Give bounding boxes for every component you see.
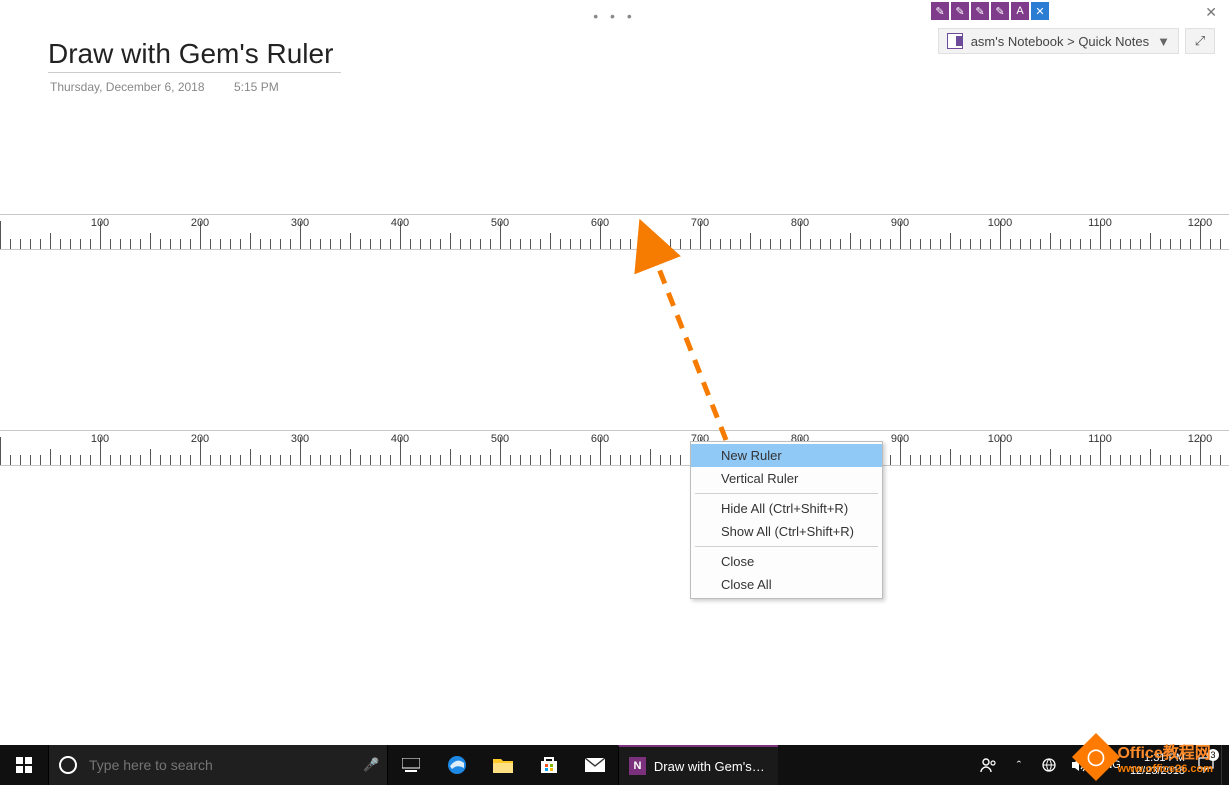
tray-overflow-button[interactable]: ˆ bbox=[1004, 745, 1034, 785]
menu-separator bbox=[695, 493, 878, 494]
page-time: 5:15 PM bbox=[234, 80, 279, 94]
menu-item[interactable]: Close bbox=[691, 550, 882, 573]
menu-item[interactable]: New Ruler bbox=[691, 444, 882, 467]
folder-icon bbox=[493, 757, 513, 773]
edge-button[interactable] bbox=[434, 745, 480, 785]
onenote-icon: N bbox=[629, 757, 646, 775]
store-button[interactable] bbox=[526, 745, 572, 785]
clock-time: 1:31 PM bbox=[1130, 752, 1185, 765]
pen-icon[interactable]: ✎ bbox=[931, 2, 949, 20]
ime-icon[interactable]: ENG bbox=[1094, 745, 1124, 785]
menu-item[interactable]: Vertical Ruler bbox=[691, 467, 882, 490]
ruler-label: 400 bbox=[391, 217, 409, 229]
ruler-label: 100 bbox=[91, 433, 109, 445]
autoink-icon[interactable]: A bbox=[1011, 2, 1029, 20]
action-center-button[interactable]: 3 bbox=[1191, 745, 1221, 785]
onenote-taskbar-item[interactable]: N Draw with Gem's R... bbox=[618, 745, 778, 785]
pen-icon[interactable]: ✎ bbox=[971, 2, 989, 20]
notebook-label: asm's Notebook > Quick Notes bbox=[971, 34, 1149, 49]
ruler-label: 1100 bbox=[1088, 433, 1112, 445]
ruler-label: 1100 bbox=[1088, 217, 1112, 229]
show-desktop-button[interactable] bbox=[1221, 745, 1229, 785]
menu-item[interactable]: Hide All (Ctrl+Shift+R) bbox=[691, 497, 882, 520]
taskbar-clock[interactable]: 1:31 PM 12/23/2018 bbox=[1124, 752, 1191, 778]
notebook-dropdown[interactable]: asm's Notebook > Quick Notes ▼ bbox=[938, 28, 1179, 54]
drag-handle-dots[interactable]: • • • bbox=[593, 8, 635, 24]
cortana-icon bbox=[59, 756, 77, 774]
menu-item[interactable]: Close All bbox=[691, 573, 882, 596]
chevron-down-icon: ▼ bbox=[1157, 34, 1170, 49]
pen-icon[interactable]: ✎ bbox=[951, 2, 969, 20]
ruler-label: 1200 bbox=[1188, 217, 1212, 229]
clock-date: 12/23/2018 bbox=[1130, 765, 1185, 778]
annotation-arrow bbox=[0, 0, 1229, 785]
close-pane-icon[interactable]: ✕ bbox=[1031, 2, 1049, 20]
ruler-label: 400 bbox=[391, 433, 409, 445]
ruler-horizontal-bottom[interactable]: 100200300400500600700800900100011001200 bbox=[0, 430, 1229, 466]
explorer-button[interactable] bbox=[480, 745, 526, 785]
ruler-label: 200 bbox=[191, 217, 209, 229]
mic-icon[interactable]: 🎤 bbox=[363, 757, 377, 773]
store-icon bbox=[540, 756, 558, 774]
ruler-label: 300 bbox=[291, 433, 309, 445]
ruler-label: 500 bbox=[491, 433, 509, 445]
mail-button[interactable] bbox=[572, 745, 618, 785]
volume-icon[interactable] bbox=[1064, 745, 1094, 785]
ruler-label: 600 bbox=[591, 217, 609, 229]
close-icon[interactable]: ✕ bbox=[1205, 4, 1217, 21]
page-date: Thursday, December 6, 2018 bbox=[50, 80, 205, 94]
taskview-icon bbox=[402, 758, 420, 772]
ruler-label: 1200 bbox=[1188, 433, 1212, 445]
ruler-label: 600 bbox=[591, 433, 609, 445]
onenote-taskbar-label: Draw with Gem's R... bbox=[654, 759, 768, 774]
ruler-label: 100 bbox=[91, 217, 109, 229]
ruler-label: 900 bbox=[891, 217, 909, 229]
search-input[interactable] bbox=[87, 756, 353, 774]
people-icon bbox=[980, 757, 998, 773]
taskbar-pinned: N Draw with Gem's R... bbox=[388, 745, 778, 785]
start-button[interactable] bbox=[0, 745, 48, 785]
system-tray: ˆ ENG 1:31 PM 12/23/2018 3 bbox=[974, 745, 1229, 785]
notebook-icon bbox=[947, 33, 963, 49]
pen-icon[interactable]: ✎ bbox=[991, 2, 1009, 20]
speaker-icon bbox=[1071, 758, 1087, 772]
edge-icon bbox=[447, 755, 467, 775]
page-title[interactable]: Draw with Gem's Ruler bbox=[48, 38, 341, 73]
fullscreen-button[interactable]: ⤢ bbox=[1185, 28, 1215, 54]
people-button[interactable] bbox=[974, 745, 1004, 785]
ruler-label: 1000 bbox=[988, 433, 1012, 445]
notification-badge: 3 bbox=[1207, 749, 1219, 761]
ruler-label: 1000 bbox=[988, 217, 1012, 229]
ruler-label: 300 bbox=[291, 217, 309, 229]
mail-icon bbox=[585, 758, 605, 772]
earth-icon bbox=[1041, 757, 1057, 773]
ruler-label: 500 bbox=[491, 217, 509, 229]
ruler-label: 200 bbox=[191, 433, 209, 445]
windows-icon bbox=[16, 757, 32, 773]
taskbar-search[interactable]: 🎤 bbox=[48, 745, 388, 785]
ruler-horizontal-top[interactable]: 100 200 300 400 500 600 700 800 900 1000 1100 1200 bbox=[0, 214, 1229, 250]
menu-item[interactable]: Show All (Ctrl+Shift+R) bbox=[691, 520, 882, 543]
expand-icon: ⤢ bbox=[1195, 33, 1205, 49]
menu-separator bbox=[695, 546, 878, 547]
taskview-button[interactable] bbox=[388, 745, 434, 785]
network-icon[interactable] bbox=[1034, 745, 1064, 785]
ruler-label: 700 bbox=[691, 217, 709, 229]
ruler-label: 900 bbox=[891, 433, 909, 445]
quick-tool-icons: ✎ ✎ ✎ ✎ A ✕ bbox=[931, 2, 1049, 20]
taskbar: 🎤 bbox=[0, 745, 1229, 785]
ruler-label: 800 bbox=[791, 217, 809, 229]
ruler-context-menu: New RulerVertical Ruler Hide All (Ctrl+Sh… bbox=[690, 441, 883, 599]
